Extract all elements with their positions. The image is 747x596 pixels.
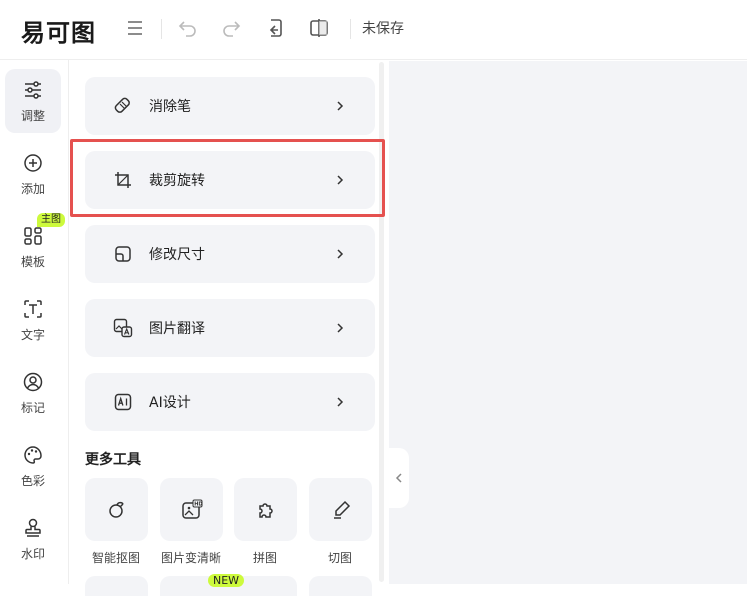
tool-eraser[interactable]: 消除笔	[85, 77, 375, 135]
compare-icon[interactable]	[307, 16, 331, 40]
rail-label: 色彩	[20, 473, 45, 488]
svg-text:HD: HD	[194, 501, 202, 507]
tool-smart-cutout[interactable]	[85, 478, 148, 541]
rail-label: 调整	[20, 108, 45, 123]
tool-ai-design[interactable]: AI设计	[85, 373, 375, 431]
resize-icon	[113, 244, 133, 264]
rail-label: 水印	[20, 546, 45, 561]
chevron-left-icon	[395, 473, 402, 483]
toolbar-divider	[161, 19, 162, 39]
tool-label: 修改尺寸	[149, 247, 205, 263]
tool-image-translate[interactable]: 图片翻译	[85, 299, 375, 357]
mini-tool-label: 拼图	[252, 551, 277, 565]
puzzle-icon	[258, 502, 273, 518]
mini-tool-label: 切图	[327, 551, 352, 565]
rail-item-color[interactable]: 色彩	[5, 434, 61, 498]
highlight-box	[70, 139, 385, 217]
rail-item-mark[interactable]: 标记	[5, 361, 61, 425]
person-circle-icon	[22, 371, 44, 393]
menu-icon[interactable]	[123, 16, 147, 40]
sliders-icon	[22, 79, 44, 101]
tool-puzzle[interactable]	[234, 478, 297, 541]
canvas-area[interactable]	[389, 61, 747, 584]
rail-label: 标记	[20, 400, 45, 415]
chevron-right-icon	[337, 101, 344, 111]
slice-icon	[333, 500, 350, 519]
toolbar-divider	[350, 19, 351, 39]
collapse-panel-button[interactable]	[389, 448, 409, 508]
hd-image-icon: HD	[181, 499, 202, 519]
chevron-right-icon	[337, 249, 344, 259]
tool-card-partial[interactable]	[85, 576, 148, 596]
mini-tool-label: 图片变清晰	[160, 551, 221, 565]
eraser-icon	[113, 96, 133, 116]
tool-label: 消除笔	[149, 99, 191, 115]
tool-image-hd[interactable]: HD	[160, 478, 223, 541]
stamp-icon	[22, 517, 44, 539]
tool-card-partial[interactable]	[309, 576, 372, 596]
rail-item-add[interactable]: 添加	[5, 142, 61, 206]
tool-slice[interactable]	[309, 478, 372, 541]
grid-icon	[22, 225, 44, 247]
plus-circle-icon	[22, 152, 44, 174]
new-badge: NEW	[208, 574, 245, 587]
rail-item-adjust[interactable]: 调整	[5, 69, 61, 133]
mini-tool-label: 智能抠图	[91, 551, 140, 565]
rail-item-watermark[interactable]: 水印	[5, 507, 61, 571]
tool-label: 图片翻译	[149, 321, 205, 337]
rail-label: 文字	[20, 327, 45, 342]
image-translate-icon	[113, 318, 133, 338]
tool-label: AI设计	[149, 395, 191, 411]
ai-icon	[113, 392, 133, 412]
restore-icon[interactable]	[263, 16, 287, 40]
text-icon	[22, 298, 44, 320]
redo-icon[interactable]	[219, 16, 243, 40]
app-logo[interactable]: 易可图	[21, 13, 96, 48]
rail-label: 模板	[20, 254, 45, 269]
chevron-right-icon	[337, 397, 344, 407]
palette-icon	[22, 444, 44, 466]
cutout-icon	[108, 501, 124, 518]
template-badge: 主图	[37, 213, 65, 227]
rail-item-text[interactable]: 文字	[5, 288, 61, 352]
top-toolbar: 易可图 未保存	[0, 0, 747, 60]
more-tools-title: 更多工具	[85, 452, 141, 468]
rail-label: 添加	[20, 181, 45, 196]
undo-icon[interactable]	[176, 16, 200, 40]
chevron-right-icon	[337, 323, 344, 333]
save-status: 未保存	[362, 21, 404, 37]
tool-resize[interactable]: 修改尺寸	[85, 225, 375, 283]
